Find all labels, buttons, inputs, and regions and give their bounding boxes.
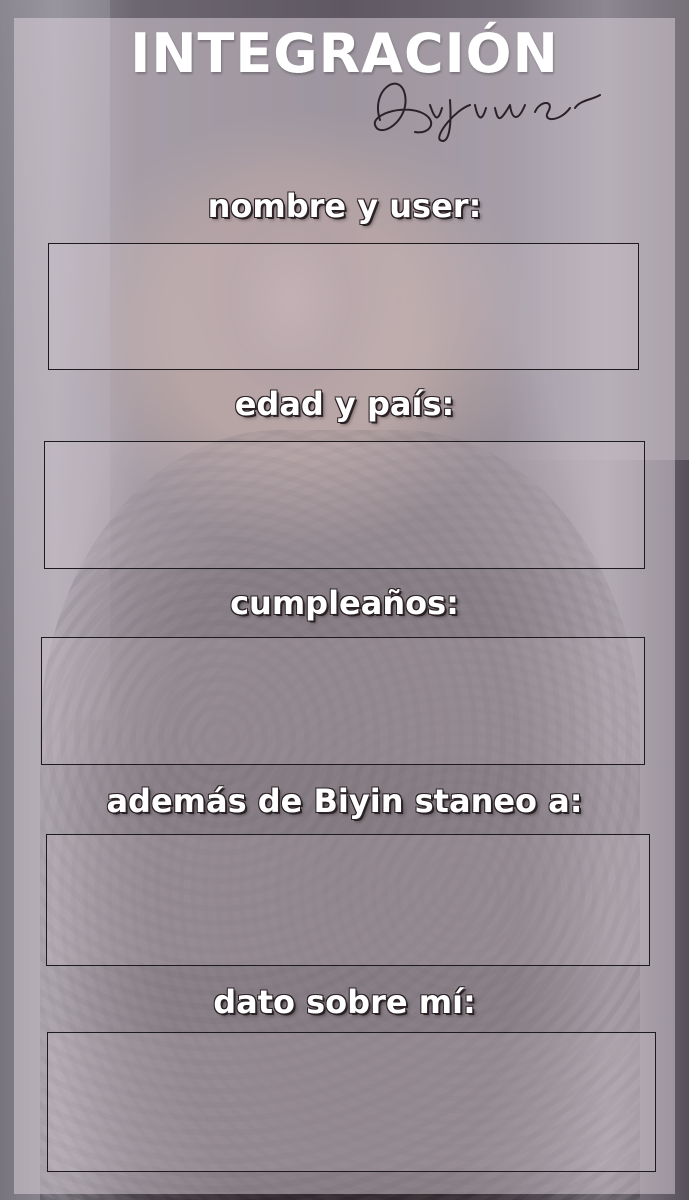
answer-box-also-stan[interactable] (46, 834, 650, 966)
answer-box-birthday[interactable] (41, 637, 645, 765)
integration-form-card: INTEGRACIÓN nombre y user: edad y país: … (0, 0, 689, 1200)
signature-script (373, 82, 601, 142)
field-label-also-stan: además de Biyin staneo a: (106, 782, 583, 820)
field-label-name-user: nombre y user: (207, 187, 482, 225)
answer-box-name-user[interactable] (48, 243, 639, 370)
answer-box-age-country[interactable] (44, 441, 645, 569)
field-label-birthday: cumpleaños: (230, 584, 459, 622)
field-label-fact-about-me: dato sobre mí: (213, 983, 476, 1021)
answer-box-fact-about-me[interactable] (47, 1032, 656, 1172)
field-label-age-country: edad y país: (234, 385, 455, 423)
